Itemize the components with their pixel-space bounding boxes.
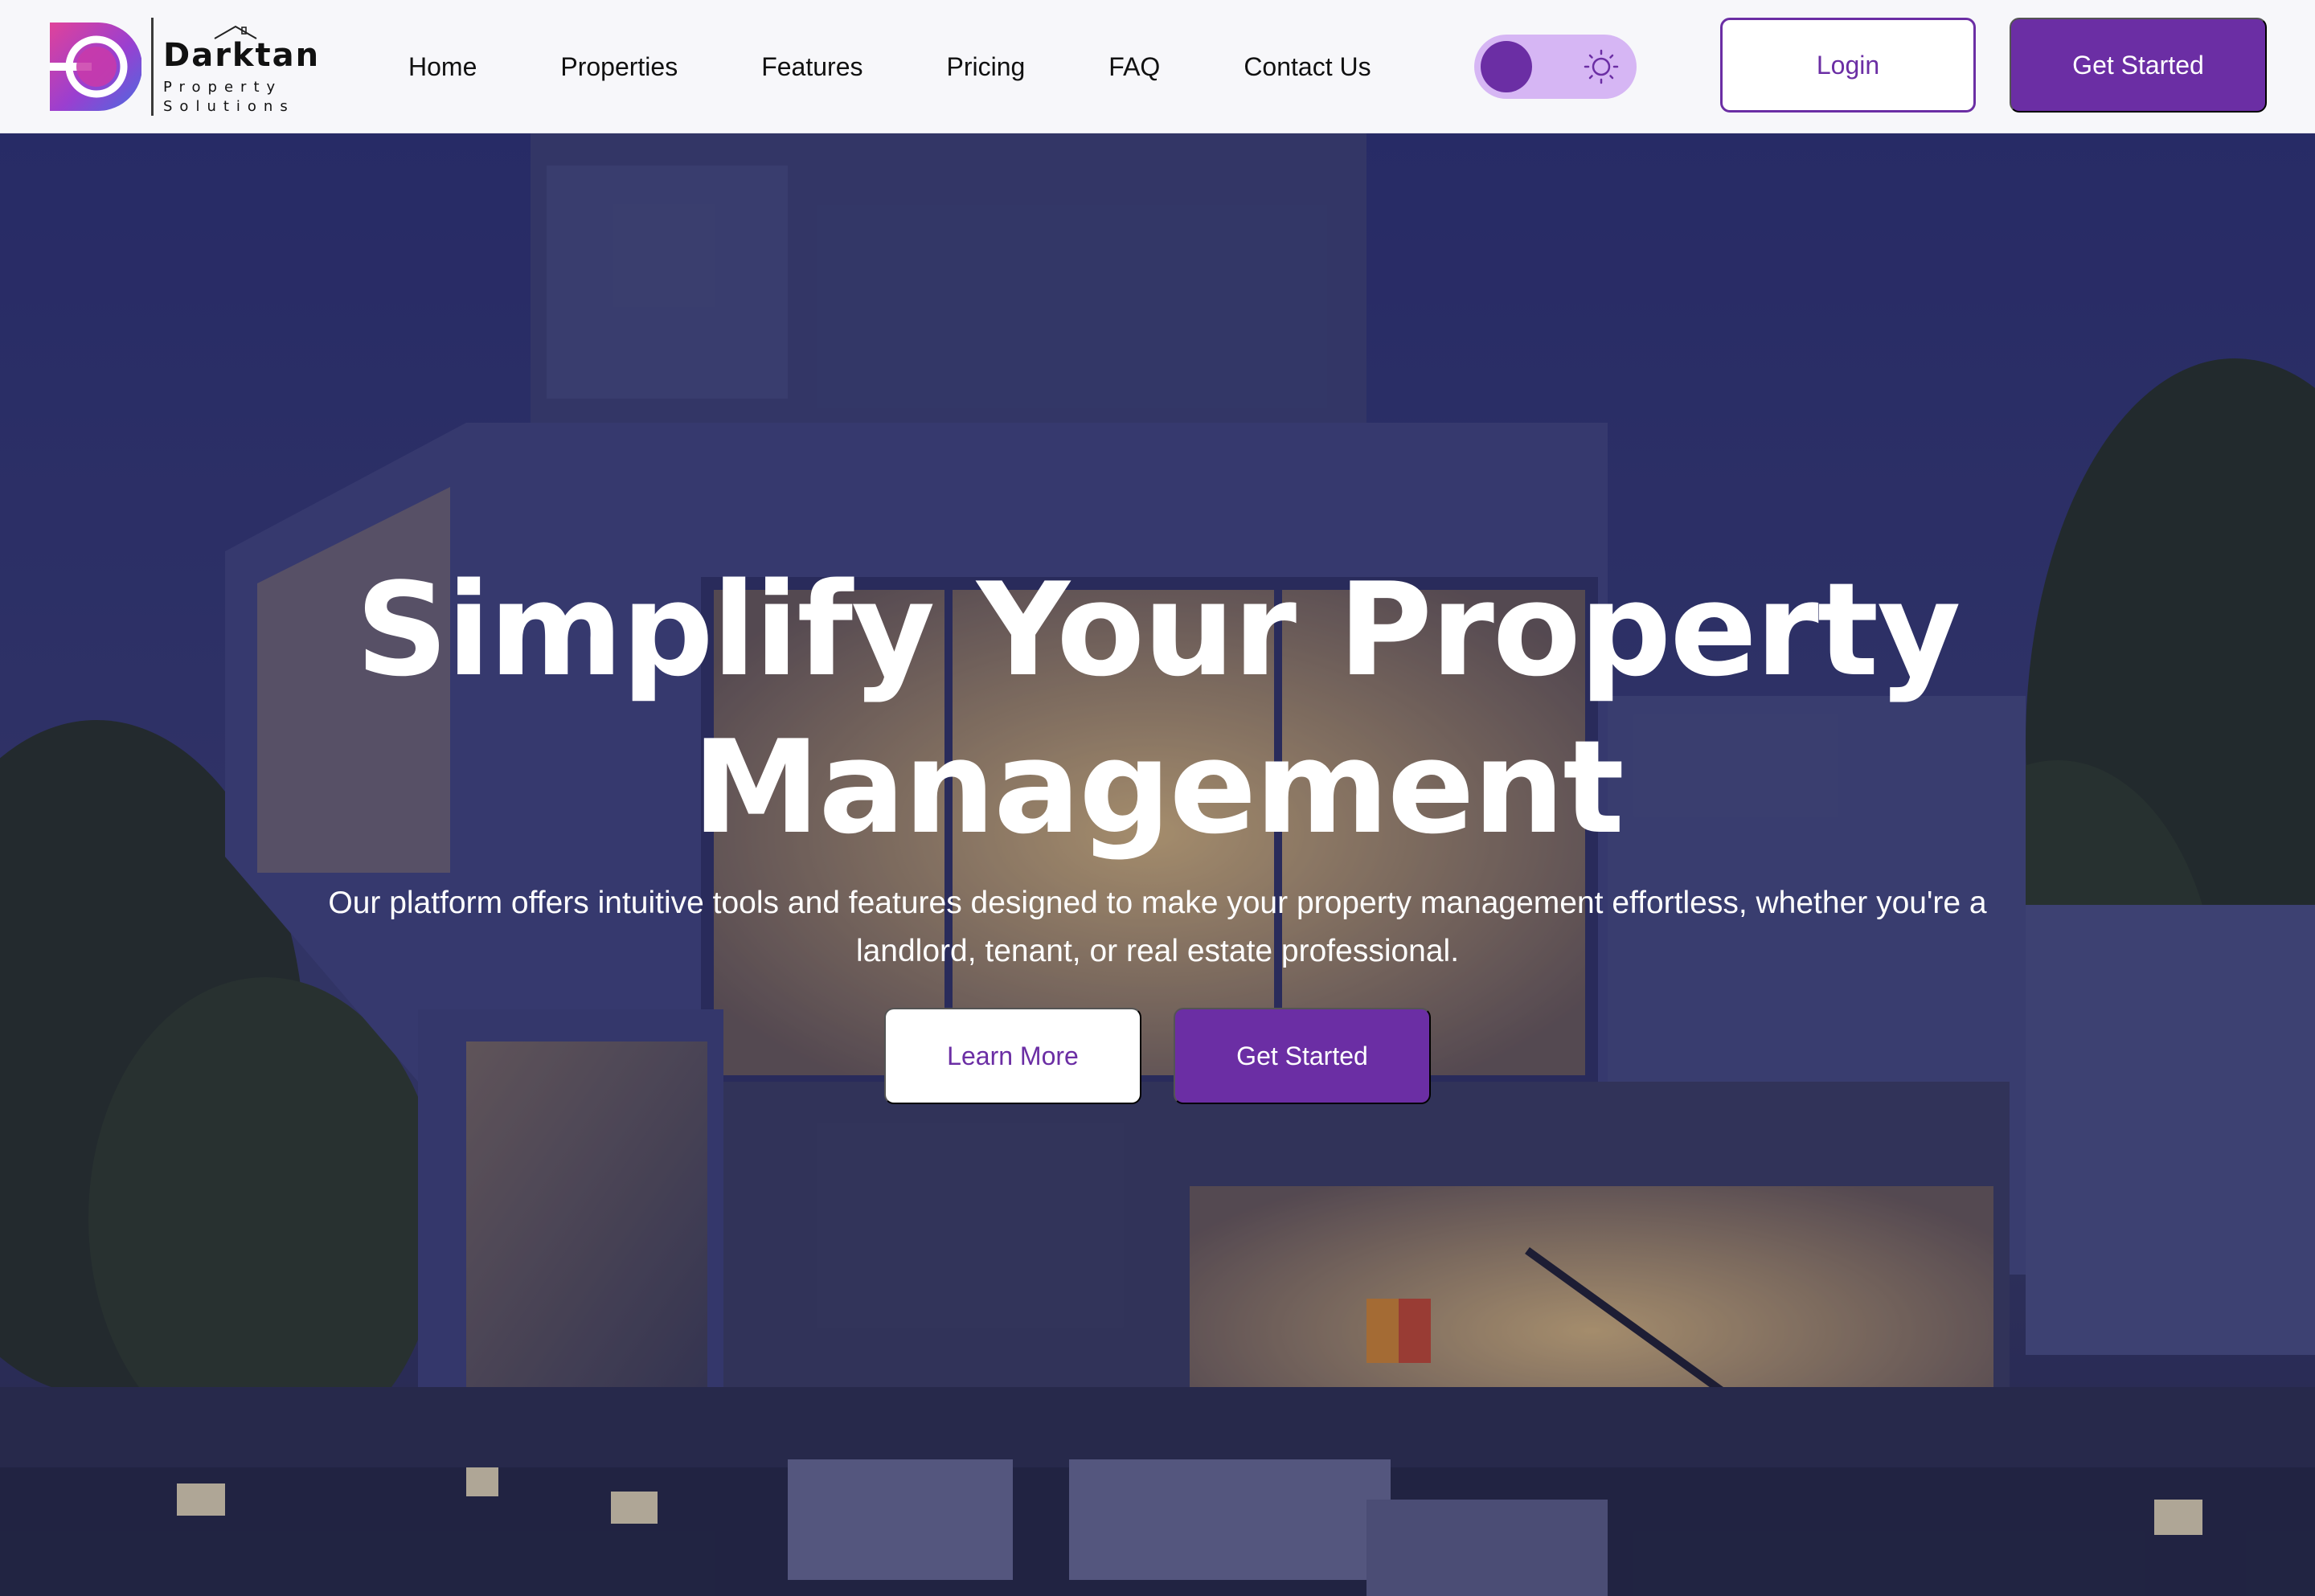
nav-link-properties[interactable]: Properties xyxy=(560,52,678,82)
brand-logo[interactable]: Darktan Property Solutions xyxy=(47,18,318,116)
toggle-knob xyxy=(1481,41,1532,92)
hero-section: Simplify Your Property Management Our pl… xyxy=(0,133,2315,1596)
nav-link-home[interactable]: Home xyxy=(408,52,477,82)
brand-wordmark: Darktan Property Solutions xyxy=(163,18,318,116)
login-button[interactable]: Login xyxy=(1720,18,1976,113)
nav-get-started-button[interactable]: Get Started xyxy=(2010,18,2267,113)
sun-icon xyxy=(1584,49,1619,84)
nav-link-faq[interactable]: FAQ xyxy=(1108,52,1160,82)
darktan-logo-icon xyxy=(50,23,141,111)
learn-more-button[interactable]: Learn More xyxy=(884,1008,1141,1104)
brand-name: Darktan xyxy=(163,37,321,74)
nav-link-features[interactable]: Features xyxy=(761,52,862,82)
hero-title-line2: Management xyxy=(692,712,1625,862)
hero-get-started-button[interactable]: Get Started xyxy=(1174,1008,1431,1104)
nav-link-pricing[interactable]: Pricing xyxy=(946,52,1025,82)
hero-subtitle: Our platform offers intuitive tools and … xyxy=(328,886,1987,968)
main-nav: Home Properties Features Pricing FAQ Con… xyxy=(408,0,1371,133)
theme-toggle[interactable] xyxy=(1474,35,1637,99)
brand-divider xyxy=(151,18,154,116)
nav-link-contact-us[interactable]: Contact Us xyxy=(1244,52,1371,82)
brand-tagline-line2: Solutions xyxy=(163,98,295,115)
brand-tagline-line1: Property xyxy=(163,79,283,96)
hero-title: Simplify Your Property Management xyxy=(193,551,2122,866)
top-navbar: Darktan Property Solutions Home Properti… xyxy=(0,0,2315,133)
hero-title-line1: Simplify Your Property xyxy=(355,555,1961,705)
